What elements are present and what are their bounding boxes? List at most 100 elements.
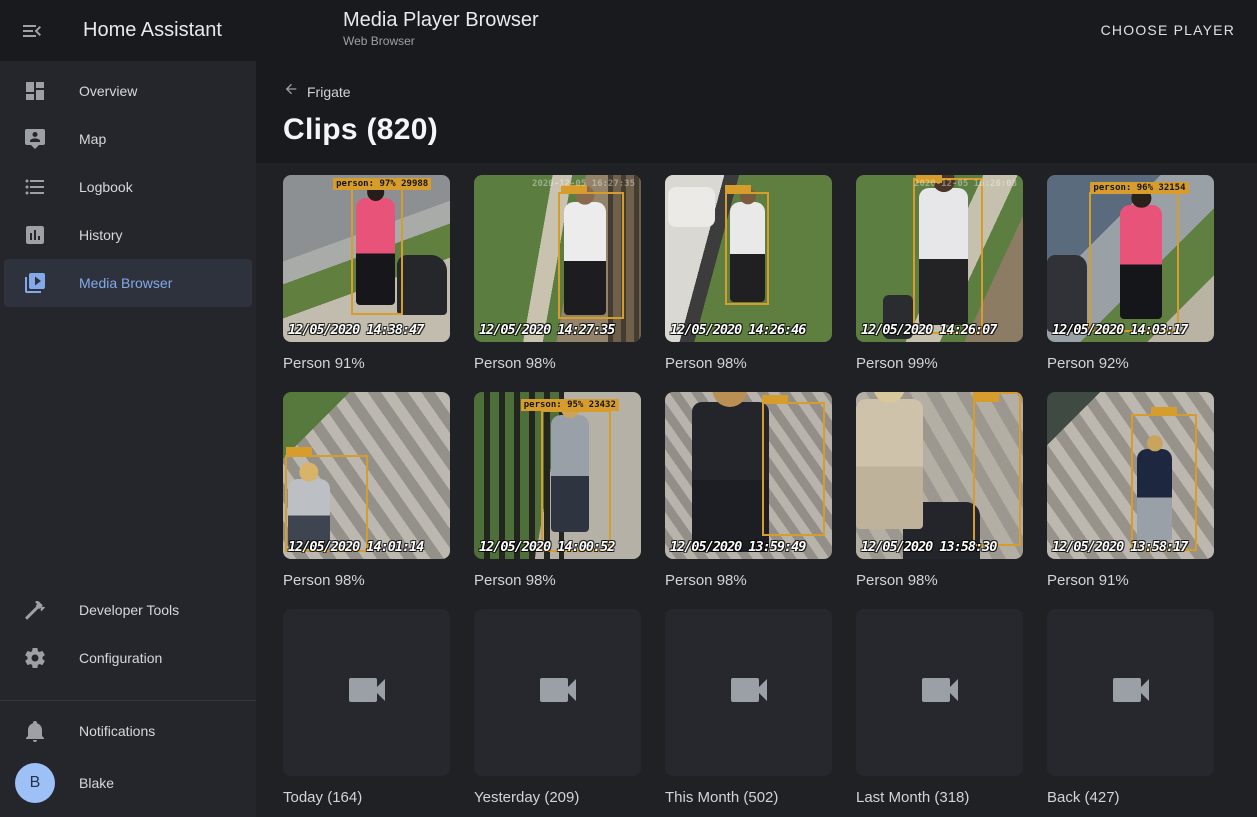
app-title: Home Assistant	[83, 19, 222, 42]
detection-bounding-box	[541, 410, 611, 552]
page-subtitle: Web Browser	[343, 34, 539, 48]
breadcrumb-label: Frigate	[307, 84, 351, 100]
detection-bounding-box	[725, 192, 768, 306]
dashboard-icon	[23, 79, 47, 103]
list-bulleted-icon	[23, 175, 47, 199]
media-folder[interactable]: Last Month (318)	[856, 609, 1023, 806]
sidebar-item-label: Notifications	[79, 723, 155, 739]
clip-caption: Person 91%	[283, 355, 450, 372]
detection-bounding-box	[913, 178, 983, 333]
sidebar-item-configuration[interactable]: Configuration	[4, 634, 252, 682]
media-clip[interactable]: person: 96% 32154 12/05/2020 14:03:17 Pers…	[1047, 175, 1214, 372]
sidebar-item-history[interactable]: History	[4, 211, 252, 259]
sidebar-item-label: Developer Tools	[79, 602, 179, 618]
sidebar-user[interactable]: B Blake	[4, 755, 252, 811]
scene-prop	[397, 255, 447, 315]
videocam-icon	[916, 666, 964, 719]
detection-label	[973, 394, 999, 402]
media-folder[interactable]: Today (164)	[283, 609, 450, 806]
media-clip[interactable]: 2020-12-05 16:27:3512/05/2020 14:27:35 Pe…	[474, 175, 641, 372]
videocam-icon	[343, 666, 391, 719]
detection-label: person: 95% 23432	[521, 399, 619, 411]
page-title: Media Player Browser	[343, 9, 539, 32]
sidebar-divider	[0, 700, 256, 701]
folder-label: This Month (502)	[665, 789, 832, 806]
media-grid-wrapper: person: 97% 2998812/05/2020 14:38:47 Pers…	[256, 163, 1257, 817]
sidebar-bottom: Developer Tools Configuration Notificatio…	[0, 586, 256, 817]
clip-thumbnail: 2020-12-05 16:26:08 12/05/2020 14:26:07	[856, 175, 1023, 342]
clip-thumbnail: 12/05/2020 13:59:49	[665, 392, 832, 559]
clip-caption: Person 91%	[1047, 572, 1214, 589]
detection-bounding-box	[558, 192, 625, 319]
scene-prop	[1047, 255, 1087, 332]
media-clip[interactable]: 12/05/2020 13:59:49Person 98%	[665, 392, 832, 589]
clip-caption: Person 98%	[856, 572, 1023, 589]
sidebar-item-label: Map	[79, 131, 106, 147]
hammer-icon	[23, 598, 47, 622]
choose-player-button[interactable]: CHOOSE PLAYER	[1101, 22, 1235, 38]
clip-timestamp: 12/05/2020 14:26:46	[670, 322, 805, 338]
media-clip[interactable]: 12/05/2020 13:58:17Person 91%	[1047, 392, 1214, 589]
clip-caption: Person 98%	[474, 572, 641, 589]
clip-thumbnail: person: 97% 2998812/05/2020 14:38:47	[283, 175, 450, 342]
sidebar-primary-items: Overview Map Logbook History Media Browser	[0, 67, 256, 307]
sidebar-item-map[interactable]: Map	[4, 115, 252, 163]
person-figure	[856, 399, 923, 529]
menu-open-icon[interactable]	[20, 19, 44, 43]
clip-timestamp: 12/05/2020 14:26:07	[861, 322, 996, 338]
media-clip[interactable]: 12/05/2020 14:26:46 Person 98%	[665, 175, 832, 372]
detection-label: person: 97% 29988	[333, 178, 431, 190]
clip-thumbnail: 12/05/2020 14:26:46	[665, 175, 832, 342]
media-clip[interactable]: 12/05/2020 13:58:30 Person 98%	[856, 392, 1023, 589]
avatar: B	[15, 763, 55, 803]
clip-caption: Person 92%	[1047, 355, 1214, 372]
app-shell: Overview Map Logbook History Media Browser D…	[0, 61, 1257, 817]
sidebar-secondary-items: Developer Tools Configuration	[0, 586, 256, 682]
detection-label	[1151, 407, 1177, 415]
folder-label: Last Month (318)	[856, 789, 1023, 806]
folder-thumbnail	[856, 609, 1023, 776]
media-folder[interactable]: Back (427)	[1047, 609, 1214, 806]
clip-timestamp: 12/05/2020 14:27:35	[479, 322, 614, 338]
header-left: Home Assistant	[0, 19, 256, 43]
sidebar-item-logbook[interactable]: Logbook	[4, 163, 252, 211]
media-clip[interactable]: person: 95% 2343212/05/2020 14:00:52Pers…	[474, 392, 641, 589]
detection-label: person: 96% 32154	[1090, 182, 1188, 194]
clip-caption: Person 98%	[665, 355, 832, 372]
media-folder[interactable]: This Month (502)	[665, 609, 832, 806]
sidebar-item-label: Overview	[79, 83, 137, 99]
clip-caption: Person 99%	[856, 355, 1023, 372]
sidebar-item-media-browser[interactable]: Media Browser	[4, 259, 252, 307]
media-clip[interactable]: person: 97% 2998812/05/2020 14:38:47 Pers…	[283, 175, 450, 372]
folder-label: Yesterday (209)	[474, 789, 641, 806]
folder-thumbnail	[283, 609, 450, 776]
folder-thumbnail	[474, 609, 641, 776]
videocam-icon	[1107, 666, 1155, 719]
media-browser-header: Frigate Clips (820)	[256, 61, 1257, 163]
sidebar-item-label: Logbook	[79, 179, 133, 195]
clip-timestamp: 12/05/2020 13:58:30	[861, 539, 996, 555]
sidebar: Overview Map Logbook History Media Browser D…	[0, 61, 256, 817]
sidebar-item-overview[interactable]: Overview	[4, 67, 252, 115]
clip-thumbnail: 12/05/2020 14:01:14	[283, 392, 450, 559]
page-heading: Clips (820)	[283, 113, 1233, 147]
clip-thumbnail: 2020-12-05 16:27:3512/05/2020 14:27:35	[474, 175, 641, 342]
sidebar-item-notifications[interactable]: Notifications	[4, 707, 252, 755]
detection-bounding-box	[285, 455, 369, 552]
gear-icon	[23, 646, 47, 670]
detection-bounding-box	[1131, 414, 1198, 551]
arrow-left-icon	[283, 81, 299, 102]
media-clip[interactable]: 12/05/2020 14:01:14Person 98%	[283, 392, 450, 589]
detection-bounding-box	[351, 187, 403, 316]
sidebar-item-label: Configuration	[79, 650, 162, 666]
clip-caption: Person 98%	[474, 355, 641, 372]
sidebar-item-label: Media Browser	[79, 275, 172, 291]
videocam-icon	[725, 666, 773, 719]
clip-timestamp: 12/05/2020 13:59:49	[670, 539, 805, 555]
sidebar-item-developer-tools[interactable]: Developer Tools	[4, 586, 252, 634]
media-folder[interactable]: Yesterday (209)	[474, 609, 641, 806]
media-clip[interactable]: 2020-12-05 16:26:08 12/05/2020 14:26:07 Pe…	[856, 175, 1023, 372]
clip-timestamp: 12/05/2020 14:03:17	[1052, 322, 1187, 338]
breadcrumb[interactable]: Frigate	[283, 81, 351, 102]
camera-osd-timestamp: 2020-12-05 16:26:08	[914, 179, 1017, 189]
